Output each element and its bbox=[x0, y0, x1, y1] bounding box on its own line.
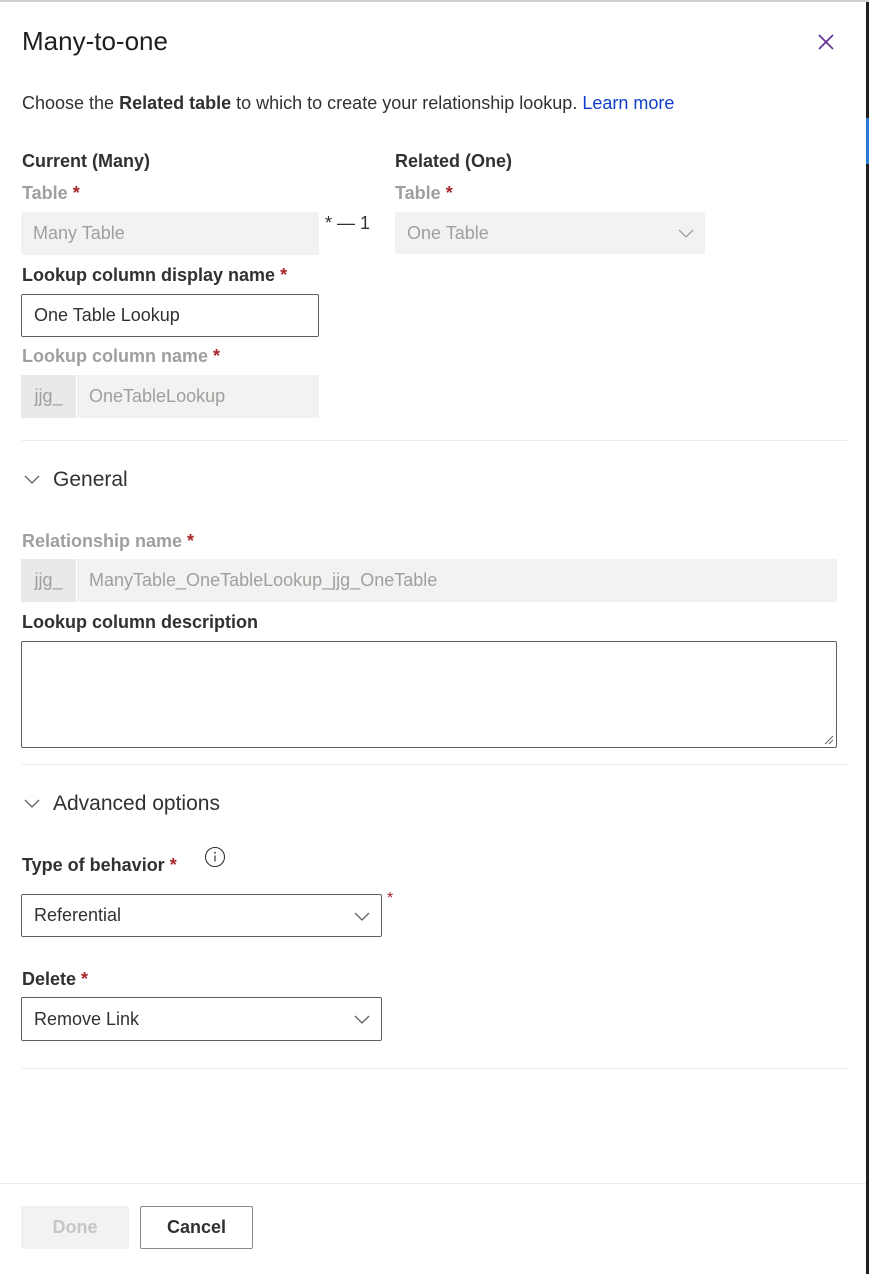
advanced-section-toggle[interactable]: Advanced options bbox=[22, 792, 220, 816]
delete-dropdown[interactable]: Remove Link bbox=[21, 997, 382, 1041]
relationship-name-field: jjg_ ManyTable_OneTableLookup_jjg_OneTab… bbox=[21, 559, 837, 602]
chevron-down-icon bbox=[24, 799, 40, 808]
required-mark: * bbox=[169, 855, 177, 875]
info-icon[interactable] bbox=[204, 846, 226, 868]
resize-handle-icon[interactable] bbox=[824, 735, 834, 745]
related-heading: Related (One) bbox=[395, 151, 513, 171]
publisher-prefix: jjg_ bbox=[21, 375, 77, 418]
lookup-display-name-label: Lookup column display name * bbox=[22, 265, 287, 286]
relationship-name-label: Relationship name * bbox=[22, 531, 194, 552]
intro-prefix: Choose the bbox=[22, 93, 120, 113]
current-table-value: Many Table bbox=[33, 223, 125, 243]
required-mark: * bbox=[187, 531, 195, 551]
top-border bbox=[0, 0, 869, 2]
relationship-name-value: ManyTable_OneTableLookup_jjg_OneTable bbox=[77, 559, 837, 602]
learn-more-link[interactable]: Learn more bbox=[582, 93, 674, 113]
dialog-title: Many-to-one bbox=[22, 26, 168, 56]
general-section-toggle[interactable]: General bbox=[22, 468, 128, 492]
chevron-down-icon bbox=[678, 229, 694, 238]
divider bbox=[22, 764, 847, 765]
lookup-column-name-label: Lookup column name * bbox=[22, 346, 220, 367]
required-mark: * bbox=[81, 969, 89, 989]
behavior-label: Type of behavior * bbox=[22, 855, 177, 876]
publisher-prefix: jjg_ bbox=[21, 559, 77, 602]
current-table-label: Table * bbox=[22, 183, 80, 204]
advanced-section-label: Advanced options bbox=[53, 792, 220, 815]
lookup-description-label: Lookup column description bbox=[22, 612, 259, 632]
delete-label: Delete * bbox=[22, 969, 88, 990]
required-mark: * bbox=[213, 346, 221, 366]
chevron-down-icon bbox=[354, 1015, 370, 1024]
delete-value: Remove Link bbox=[34, 1008, 140, 1029]
relationship-symbol: * — 1 bbox=[325, 213, 371, 233]
intro-bold: Related table bbox=[119, 93, 232, 113]
behavior-label-text: Type of behavior bbox=[22, 855, 165, 875]
close-icon bbox=[818, 34, 834, 50]
relationship-name-label-text: Relationship name bbox=[22, 531, 183, 551]
behavior-dropdown[interactable]: Referential bbox=[21, 894, 382, 937]
required-mark: * bbox=[72, 183, 80, 203]
chevron-down-icon bbox=[354, 912, 370, 921]
divider bbox=[22, 1068, 847, 1069]
lookup-display-name-input[interactable]: One Table Lookup bbox=[21, 294, 319, 337]
general-section-label: General bbox=[53, 468, 128, 491]
related-table-label-text: Table bbox=[395, 183, 441, 203]
delete-label-text: Delete bbox=[22, 969, 77, 989]
divider bbox=[22, 440, 847, 441]
current-table-field: Many Table bbox=[21, 212, 319, 255]
lookup-column-name-label-text: Lookup column name bbox=[22, 346, 209, 366]
close-button[interactable] bbox=[812, 28, 840, 56]
required-mark: * bbox=[280, 265, 288, 285]
intro-suffix: to which to create your relationship loo… bbox=[231, 93, 583, 113]
current-table-label-text: Table bbox=[22, 183, 68, 203]
related-table-dropdown: One Table bbox=[395, 212, 705, 254]
required-mark: * bbox=[387, 890, 394, 907]
lookup-description-textarea[interactable] bbox=[21, 641, 837, 748]
lookup-display-name-label-text: Lookup column display name bbox=[22, 265, 276, 285]
lookup-column-name-field: jjg_ OneTableLookup bbox=[21, 375, 319, 418]
cancel-button[interactable]: Cancel bbox=[140, 1206, 253, 1249]
done-button[interactable]: Done bbox=[21, 1206, 129, 1249]
lookup-display-name-value: One Table Lookup bbox=[34, 305, 180, 325]
current-heading: Current (Many) bbox=[22, 151, 151, 171]
intro-text: Choose the Related table to which to cre… bbox=[22, 93, 674, 114]
required-mark: * bbox=[445, 183, 453, 203]
behavior-value: Referential bbox=[34, 905, 122, 925]
related-table-value: One Table bbox=[407, 222, 489, 243]
related-table-label: Table * bbox=[395, 183, 453, 204]
chevron-down-icon bbox=[24, 475, 40, 484]
lookup-column-name-value: OneTableLookup bbox=[77, 375, 319, 418]
footer-divider bbox=[0, 1183, 866, 1184]
